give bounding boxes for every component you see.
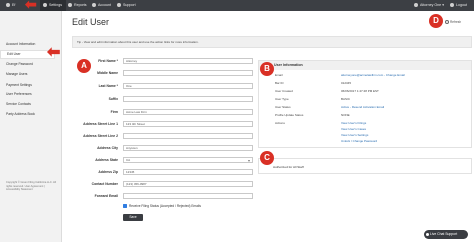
filing-status-emails-option[interactable]: Receive Filing Status (Accepted / Reject… bbox=[123, 204, 201, 209]
user-information-heading: User Information bbox=[259, 61, 471, 70]
info-key-user-created: User Created bbox=[275, 89, 293, 93]
action-change-password-link[interactable]: Unlock / Change Password bbox=[341, 139, 377, 143]
info-value-email[interactable]: attorneyone@acmelawfirm.com - Change Ema… bbox=[341, 73, 405, 77]
info-key-email: Email bbox=[275, 73, 283, 77]
label-suffix: Suffix bbox=[108, 97, 118, 101]
sidebar-item-change-password[interactable]: Change Password bbox=[6, 62, 33, 66]
middle-name-input[interactable] bbox=[123, 70, 253, 76]
label-contact-number: Contact Number bbox=[91, 182, 118, 186]
top-navigation-bar: Ef Settings Reports Account Support Atto… bbox=[0, 0, 474, 11]
page-title: Edit User bbox=[72, 17, 110, 27]
chevron-down-icon: ▾ bbox=[442, 3, 444, 7]
refresh-button[interactable]: Refresh bbox=[445, 20, 461, 25]
action-view-filings-link[interactable]: View User's Filings bbox=[341, 121, 366, 125]
sidebar-item-payment-settings[interactable]: Payment Settings bbox=[6, 83, 32, 87]
info-key-user-status: User Status bbox=[275, 105, 291, 109]
home-icon bbox=[6, 3, 10, 8]
address-city-input[interactable]: Anytown bbox=[123, 145, 253, 151]
address-zip-input[interactable]: 12345 bbox=[123, 169, 253, 175]
sidebar-item-service-contacts[interactable]: Service Contacts bbox=[6, 102, 31, 106]
sidebar-item-manage-users[interactable]: Manage Users bbox=[6, 72, 27, 76]
label-address-city: Address City bbox=[97, 146, 118, 150]
nav-support[interactable]: Support bbox=[117, 0, 136, 11]
red-arrow-edit-user-icon: ⬅ bbox=[47, 44, 61, 61]
label-middle-name: Middle Name bbox=[97, 71, 118, 75]
sidebar-item-party-address-book[interactable]: Party Address Book bbox=[6, 112, 35, 116]
logout-link[interactable]: Logout bbox=[450, 0, 467, 11]
first-name-input[interactable]: Attorney bbox=[123, 58, 253, 64]
nav-account[interactable]: Account bbox=[92, 0, 111, 11]
nav-reports[interactable]: Reports bbox=[68, 0, 87, 11]
info-value-user-created: 06/06/2017 1:47:48 PM EST bbox=[341, 89, 379, 93]
authorization-text: Authorized for All Staff bbox=[273, 165, 304, 169]
info-value-user-status[interactable]: Active - Resend Activation Email bbox=[341, 105, 384, 109]
nav-settings[interactable]: Settings bbox=[40, 0, 66, 11]
user-icon bbox=[414, 3, 418, 8]
user-information-panel: User Information Email attorneyone@acmel… bbox=[258, 60, 472, 148]
marker-b: B bbox=[260, 62, 274, 76]
info-key-bar-id: Bar ID bbox=[275, 81, 284, 85]
user-icon bbox=[92, 3, 96, 8]
marker-d: D bbox=[429, 14, 443, 28]
address-line-1-input[interactable]: 123 4th Street bbox=[123, 121, 253, 127]
contact-number-input[interactable]: (123) 456-0987 bbox=[123, 181, 253, 187]
info-value-bar-id: 012345 bbox=[341, 81, 352, 85]
address-line-2-input[interactable] bbox=[123, 133, 253, 139]
address-state-select[interactable]: CA bbox=[123, 157, 253, 163]
firm-input[interactable]: Acme Law Firm bbox=[123, 109, 253, 115]
action-view-settings-link[interactable]: View User's Settings bbox=[341, 133, 368, 137]
refresh-icon bbox=[445, 20, 449, 25]
sidebar-item-account-information[interactable]: Account Information bbox=[6, 42, 35, 46]
authorization-panel: Authorized for All Staff bbox=[258, 158, 472, 174]
info-value-user-type: BASIC bbox=[341, 97, 351, 101]
red-arrow-settings-icon: ⬅ bbox=[25, 0, 37, 12]
info-key-profile-update-status: Profile Update Status bbox=[275, 113, 304, 117]
help-icon bbox=[117, 3, 121, 8]
label-address-zip: Address Zip bbox=[98, 170, 118, 174]
info-value-profile-update-status: NONE bbox=[341, 113, 350, 117]
user-menu[interactable]: Attorney One ▾ bbox=[414, 0, 444, 11]
gear-icon bbox=[43, 3, 47, 8]
last-name-input[interactable]: One bbox=[123, 83, 253, 89]
info-key-user-type: User Type bbox=[275, 97, 289, 101]
forward-email-input[interactable] bbox=[123, 193, 253, 199]
footer-copyright: Copyright © Green Filing California LLC.… bbox=[6, 181, 56, 192]
action-view-cases-link[interactable]: View User's Cases bbox=[341, 127, 366, 131]
label-last-name: Last Name * bbox=[98, 84, 118, 88]
label-first-name: First Name * bbox=[98, 59, 118, 63]
label-address-state: Address State bbox=[95, 158, 118, 162]
label-address-line-1: Address Street Line 1 bbox=[83, 122, 118, 126]
tip-banner: Tip - View and edit information about th… bbox=[72, 36, 472, 48]
nav-home[interactable]: Ef bbox=[6, 0, 20, 11]
live-chat-button[interactable]: Live Chat Support bbox=[424, 230, 468, 239]
chat-icon bbox=[426, 232, 429, 236]
label-firm: Firm bbox=[110, 110, 118, 114]
filing-status-checkbox[interactable] bbox=[123, 204, 127, 209]
save-button[interactable]: Save bbox=[123, 214, 143, 221]
marker-c: C bbox=[260, 151, 274, 165]
logout-icon bbox=[450, 3, 454, 8]
chart-icon bbox=[68, 3, 72, 8]
label-address-line-2: Address Street Line 2 bbox=[83, 134, 118, 138]
label-forward-email: Forward Email bbox=[94, 194, 118, 198]
sidebar-item-user-preferences[interactable]: User Preferences bbox=[6, 92, 32, 96]
info-key-actions: Actions bbox=[275, 121, 285, 125]
suffix-input[interactable] bbox=[123, 96, 253, 102]
